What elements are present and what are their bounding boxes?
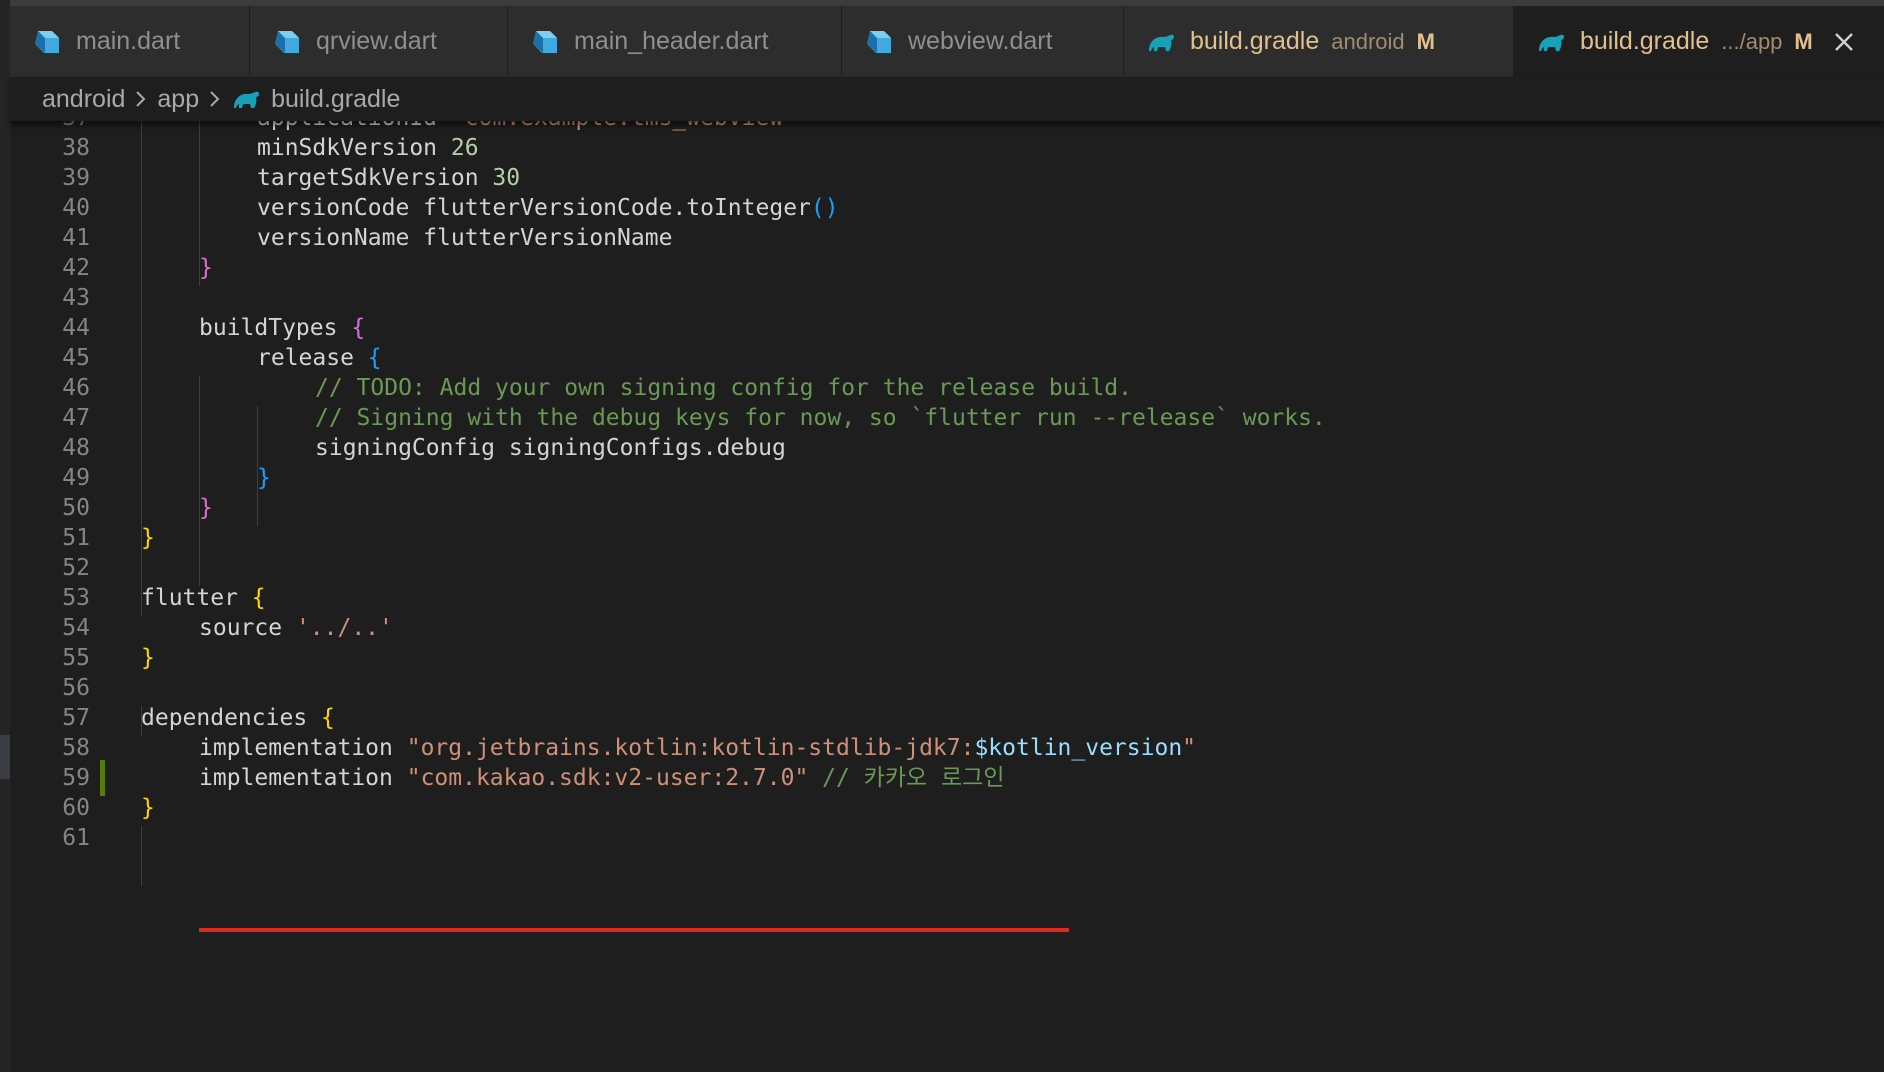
modified-badge: M <box>1416 28 1435 54</box>
code-token: buildTypes <box>199 315 352 341</box>
chevron-right-icon <box>133 88 149 110</box>
tab-label: main_header.dart <box>574 27 769 55</box>
string-token: '../..' <box>295 615 393 641</box>
code-token: implementation <box>199 765 407 791</box>
tab-label: qrview.dart <box>316 27 437 55</box>
code-token: minSdkVersion <box>257 135 451 161</box>
code-token: versionName flutterVersionName <box>257 225 673 251</box>
code-token: release <box>257 345 368 371</box>
dart-icon <box>32 27 62 57</box>
dart-icon <box>272 27 302 57</box>
gradle-icon <box>231 84 261 114</box>
string-token: "com.kakao.sdk:v2-user:2.7.0" <box>406 765 809 791</box>
bracket-token: { <box>367 345 382 371</box>
tab-label: build.gradle <box>1580 27 1710 55</box>
activity-edge <box>0 0 10 1072</box>
number-token: 30 <box>492 165 521 191</box>
tab-qrview-dart[interactable]: qrview.dart <box>250 6 508 77</box>
highlight-underline <box>199 928 1069 932</box>
code-token: dependencies <box>141 705 322 731</box>
code-token: implementation <box>199 735 407 761</box>
breadcrumb: android app build.gradle <box>10 77 1884 121</box>
close-icon[interactable] <box>1831 29 1857 55</box>
code-token: flutter <box>141 585 252 611</box>
bracket-token: { <box>321 705 335 731</box>
line-number: 61 <box>62 825 90 851</box>
breadcrumb-item-app[interactable]: app <box>157 85 199 114</box>
gradle-icon <box>1536 27 1566 57</box>
tab-main-header-dart[interactable]: main_header.dart <box>508 6 842 77</box>
tab-description: android <box>1331 28 1405 54</box>
tab-description: .../app <box>1721 28 1783 54</box>
bracket-token: { <box>251 585 266 611</box>
dart-icon <box>530 27 560 57</box>
tab-main-dart[interactable]: main.dart <box>10 6 250 77</box>
string-token: "org.jetbrains.kotlin:kotlin-stdlib-jdk7… <box>406 735 975 761</box>
number-token: 26 <box>450 135 479 161</box>
dart-icon <box>864 27 894 57</box>
scroll-marker <box>0 735 10 779</box>
bracket-token: () <box>810 195 839 221</box>
variable-token: $kotlin_version <box>974 735 1183 761</box>
tab-webview-dart[interactable]: webview.dart <box>842 6 1124 77</box>
code-line: 61 <box>10 820 1884 856</box>
tab-label: main.dart <box>76 27 181 55</box>
tab-build-gradle-android[interactable]: build.gradle android M <box>1124 6 1514 77</box>
code-token: versionCode flutterVersionCode.toInteger <box>257 195 811 221</box>
gradle-icon <box>1146 27 1176 57</box>
bracket-token: { <box>351 315 366 341</box>
tab-build-gradle-app[interactable]: build.gradle .../app M <box>1514 6 1884 77</box>
breadcrumb-item-file[interactable]: build.gradle <box>271 85 400 114</box>
modified-badge: M <box>1794 28 1813 54</box>
chevron-right-icon <box>207 88 223 110</box>
tab-label: webview.dart <box>908 27 1053 55</box>
code-token: source <box>199 615 296 641</box>
editor-tab-bar: main.dart qrview.dart main_header.dart w… <box>10 6 1884 77</box>
tab-label: build.gradle <box>1190 27 1320 55</box>
string-token: " <box>1182 735 1197 761</box>
comment-token: // 카카오 로그인 <box>808 765 1005 791</box>
breadcrumb-item-android[interactable]: android <box>42 85 125 114</box>
code-token: targetSdkVersion <box>257 165 493 191</box>
